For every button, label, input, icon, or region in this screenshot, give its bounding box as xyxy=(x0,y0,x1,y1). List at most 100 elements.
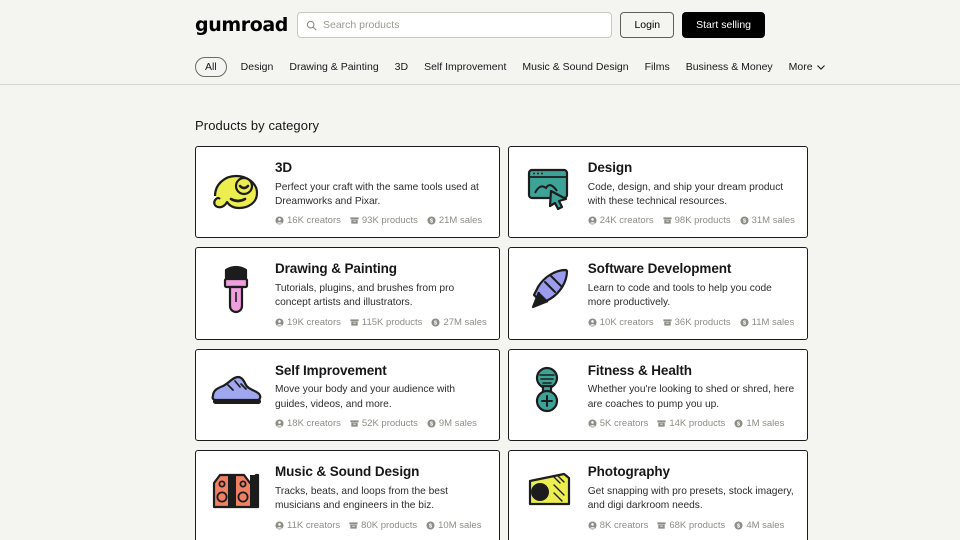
blob-creature-icon xyxy=(208,159,264,215)
archive-box-icon xyxy=(349,521,358,530)
person-circle-icon xyxy=(275,521,284,530)
card-description: Perfect your craft with the same tools u… xyxy=(275,181,479,207)
card-title: Self Improvement xyxy=(275,362,387,378)
card-body: Self Improvement Move your body and your… xyxy=(275,362,487,429)
stat-sales-label: 1M sales xyxy=(746,418,785,430)
card-body: Music & Sound Design Tracks, beats, and … xyxy=(275,463,487,530)
start-selling-button[interactable]: Start selling xyxy=(682,12,765,38)
sneaker-icon xyxy=(208,362,264,418)
stat-creators-label: 18K creators xyxy=(287,418,341,430)
card-stats: 11K creators 80K products $ 10M sales xyxy=(275,520,487,531)
card-body: 3D Perfect your craft with the same tool… xyxy=(275,159,487,226)
archive-box-icon xyxy=(657,521,666,530)
category-card-design[interactable]: Design Code, design, and ship your dream… xyxy=(507,146,808,239)
category-card-software-development[interactable]: Software Development Learn to code and t… xyxy=(507,247,808,340)
nav-item-self-improvement[interactable]: Self Improvement xyxy=(424,62,506,73)
stat-creators: 19K creators xyxy=(275,317,341,328)
nav-item-music-sound-design[interactable]: Music & Sound Design xyxy=(522,62,628,73)
stat-sales: $ 31M sales xyxy=(740,215,795,226)
category-card-fitness-health[interactable]: Fitness & Health Whether you're looking … xyxy=(507,348,808,442)
category-card-photography[interactable]: Photography Get snapping with pro preset… xyxy=(507,450,808,540)
stat-sales-label: 21M sales xyxy=(438,215,483,227)
person-circle-icon xyxy=(275,419,284,429)
nav-item-all[interactable]: All xyxy=(195,56,227,78)
dumbbell-icon xyxy=(521,362,577,418)
stat-sales-label: 4M sales xyxy=(746,519,785,531)
stat-products-label: 115K products xyxy=(361,316,423,328)
card-body: Design Code, design, and ship your dream… xyxy=(588,159,795,226)
stat-creators-label: 16K creators xyxy=(287,215,341,227)
stat-creators-label: 11K creators xyxy=(287,519,341,531)
person-circle-icon xyxy=(275,318,284,327)
card-description: Get snapping with pro presets, stock ima… xyxy=(587,485,794,512)
stat-products: 68K products xyxy=(657,520,725,531)
stat-products: 14K products xyxy=(657,418,725,429)
dollar-circle-icon: $ xyxy=(740,216,749,225)
camera-icon xyxy=(521,463,577,519)
category-card-music-sound-design[interactable]: Music & Sound Design Tracks, beats, and … xyxy=(195,450,500,540)
stat-creators: 10K creators xyxy=(588,317,654,328)
nav-more-label: More xyxy=(788,60,813,73)
card-title: 3D xyxy=(275,160,293,175)
card-body: Photography Get snapping with pro preset… xyxy=(588,463,795,530)
card-title: Photography xyxy=(587,464,670,480)
stat-products: 80K products xyxy=(349,520,417,531)
card-stats: 10K creators 36K products $ 11M sales xyxy=(588,317,795,328)
nav-item-more[interactable]: More xyxy=(789,62,825,73)
category-card-drawing-painting[interactable]: Drawing & Painting Tutorials, plugins, a… xyxy=(195,247,500,340)
card-body: Software Development Learn to code and t… xyxy=(588,260,795,327)
stat-sales: $ 10M sales xyxy=(426,520,481,531)
gumroad-logo[interactable]: gumroad xyxy=(195,14,288,36)
dollar-circle-icon: $ xyxy=(427,419,436,428)
stat-creators-label: 8K creators xyxy=(599,519,649,531)
card-stats: 8K creators 68K products $ 4M sales xyxy=(588,520,795,531)
nav-item-drawing-painting[interactable]: Drawing & Painting xyxy=(289,62,378,73)
stat-sales-label: 31M sales xyxy=(751,215,795,227)
stat-products: 36K products xyxy=(663,317,731,328)
main-content: Products by category 3D Perfect your cra… xyxy=(0,85,960,540)
stat-products: 93K products xyxy=(350,215,418,226)
card-description: Tutorials, plugins, and brushes from pro… xyxy=(275,283,455,309)
card-description: Code, design, and ship your dream produc… xyxy=(587,181,784,207)
search-input[interactable] xyxy=(322,13,604,37)
search-icon xyxy=(306,20,317,31)
rocket-icon xyxy=(521,260,577,316)
stat-products: 98K products xyxy=(663,215,731,226)
category-card-self-improvement[interactable]: Self Improvement Move your body and your… xyxy=(195,348,500,442)
card-description: Tracks, beats, and loops from the best m… xyxy=(275,485,448,512)
nav-item-films[interactable]: Films xyxy=(645,62,670,73)
monitor-cursor-icon xyxy=(521,159,577,215)
nav-item-business-money[interactable]: Business & Money xyxy=(686,62,773,73)
dollar-circle-icon: $ xyxy=(734,521,743,530)
stat-products-label: 80K products xyxy=(361,519,418,531)
person-circle-icon xyxy=(588,521,597,530)
stat-sales: $ 21M sales xyxy=(427,215,482,226)
card-title: Fitness & Health xyxy=(587,362,692,378)
dollar-circle-icon: $ xyxy=(431,318,440,327)
archive-box-icon xyxy=(350,419,359,428)
stat-products: 115K products xyxy=(350,316,423,328)
stat-products-label: 52K products xyxy=(361,418,418,430)
card-title: Software Development xyxy=(587,261,732,277)
category-card-3d[interactable]: 3D Perfect your craft with the same tool… xyxy=(195,146,500,239)
card-body: Fitness & Health Whether you're looking … xyxy=(588,362,795,429)
nav-item-3d[interactable]: 3D xyxy=(395,62,408,73)
search-bar[interactable] xyxy=(296,12,613,38)
paintbrush-icon xyxy=(208,260,264,316)
stat-sales-label: 27M sales xyxy=(443,316,487,328)
nav-item-design[interactable]: Design xyxy=(241,62,274,73)
stat-creators: 16K creators xyxy=(275,215,341,226)
stat-sales: $ 27M sales xyxy=(431,316,487,328)
chevron-down-icon xyxy=(816,62,825,73)
card-stats: 5K creators 14K products $ 1M sales xyxy=(588,418,795,429)
stat-creators: 11K creators xyxy=(275,520,340,531)
card-description: Learn to code and tools to help you code… xyxy=(587,283,772,309)
dollar-circle-icon: $ xyxy=(427,216,436,225)
stat-creators: 18K creators xyxy=(275,418,341,429)
card-stats: 16K creators 93K products $ 21M sales xyxy=(275,215,487,226)
login-button[interactable]: Login xyxy=(620,12,675,38)
stat-sales: $ 9M sales xyxy=(427,418,477,429)
card-description: Whether you're looking to shed or shred,… xyxy=(587,384,795,410)
card-stats: 24K creators 98K products $ 31M sales xyxy=(588,215,795,226)
stat-sales-label: 11M sales xyxy=(751,316,795,328)
